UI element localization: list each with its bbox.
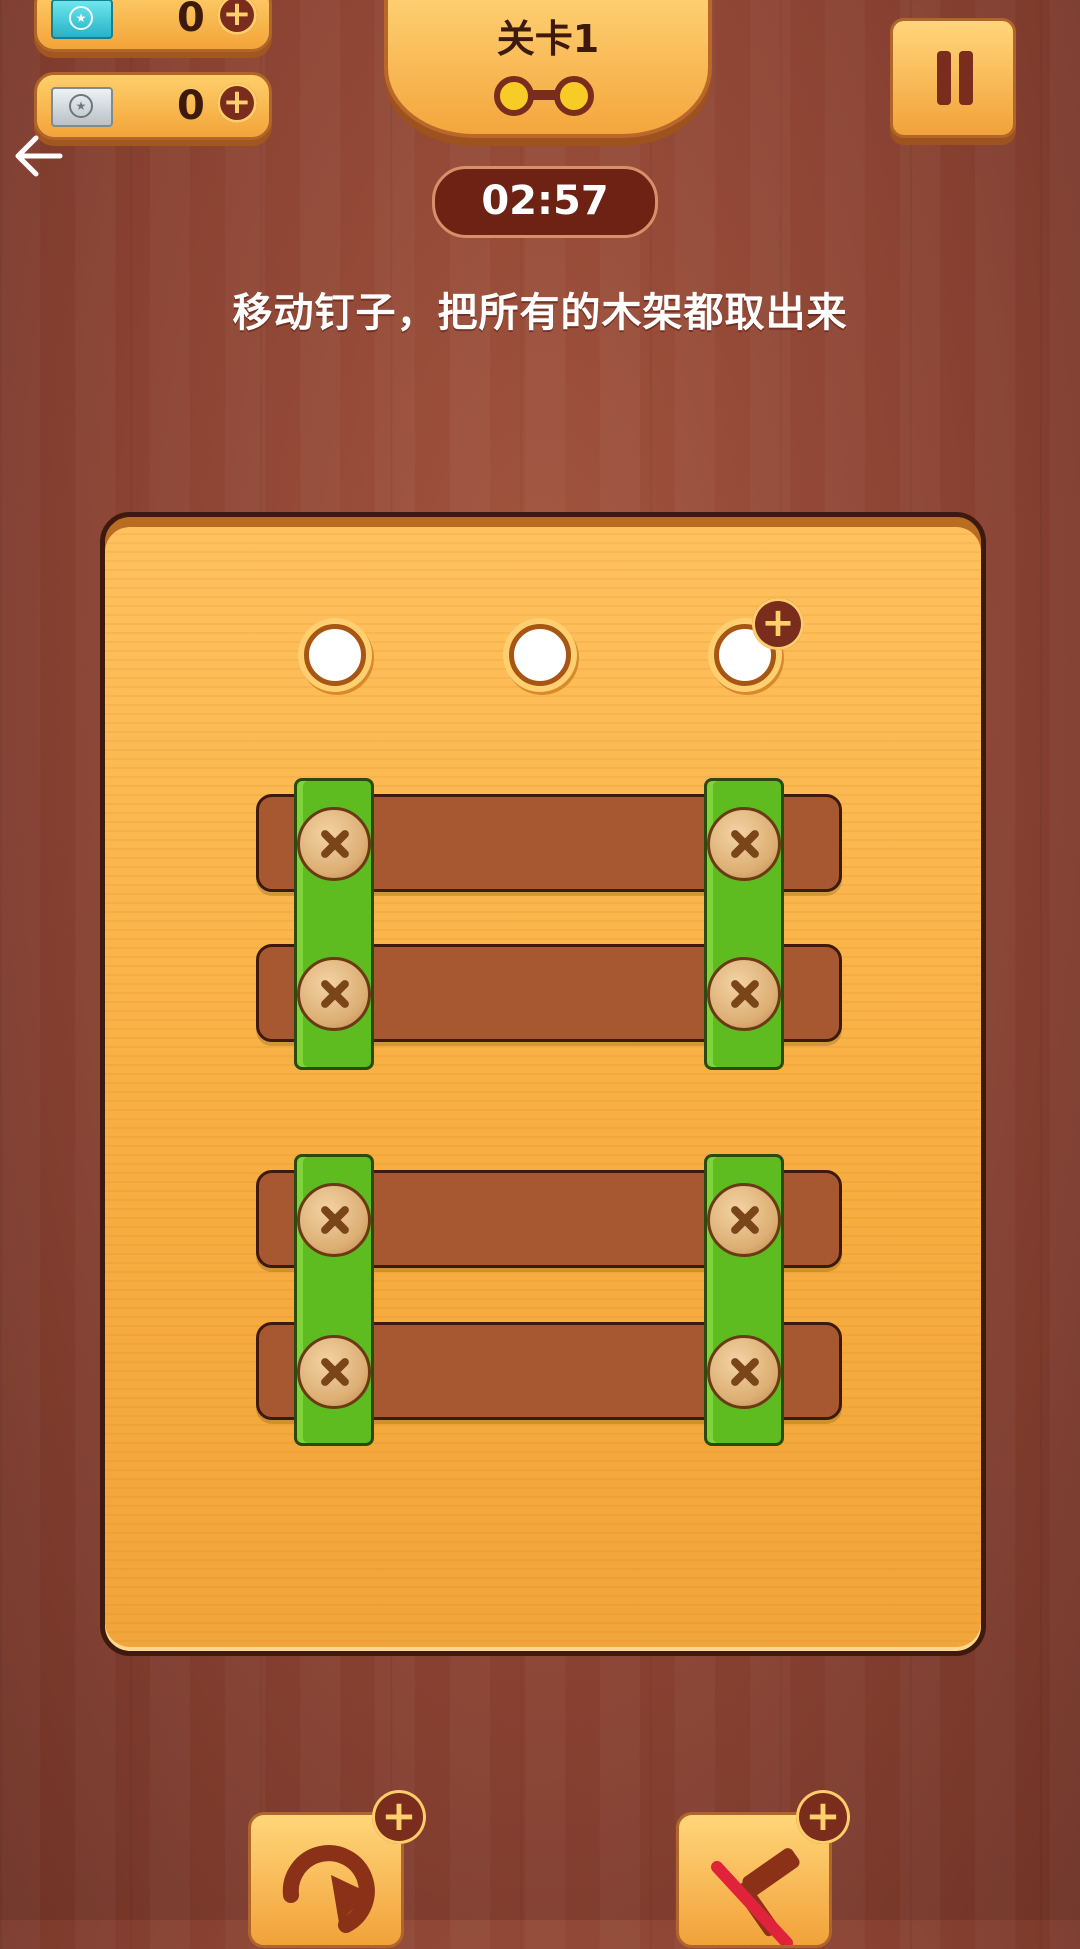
silver-currency-count: 0 (177, 83, 205, 129)
silver-ticket-icon: ★ (51, 87, 113, 127)
progress-ring-icon (494, 76, 534, 116)
level-title: 关卡1 (496, 17, 600, 61)
progress-ring-icon (554, 76, 594, 116)
screw-icon[interactable] (297, 957, 371, 1031)
silver-currency-pill: ★ 0 + (34, 72, 272, 140)
pause-button[interactable] (890, 18, 1016, 138)
back-arrow-icon[interactable] (10, 128, 66, 184)
screw-icon[interactable] (707, 957, 781, 1031)
teal-currency-pill: ★ 0 + (34, 0, 272, 52)
screw-icon[interactable] (297, 1183, 371, 1257)
pause-icon (959, 51, 973, 105)
add-teal-currency-button[interactable]: + (217, 0, 257, 35)
add-hammer-button[interactable]: + (796, 1790, 850, 1844)
empty-hole[interactable] (304, 624, 366, 686)
empty-hole[interactable] (509, 624, 571, 686)
instruction-text: 移动钉子，把所有的木架都取出来 (232, 290, 848, 336)
add-undo-button[interactable]: + (372, 1790, 426, 1844)
screw-icon[interactable] (707, 807, 781, 881)
screw-icon[interactable] (707, 1183, 781, 1257)
unlock-hole-button[interactable]: + (752, 598, 804, 650)
add-silver-currency-button[interactable]: + (217, 83, 257, 123)
countdown-timer: 02:57 (432, 166, 658, 238)
teal-ticket-icon: ★ (51, 0, 113, 39)
screw-icon[interactable] (297, 807, 371, 881)
screw-icon[interactable] (297, 1335, 371, 1409)
screw-icon[interactable] (707, 1335, 781, 1409)
teal-currency-count: 0 (177, 0, 205, 41)
pause-icon (937, 51, 951, 105)
